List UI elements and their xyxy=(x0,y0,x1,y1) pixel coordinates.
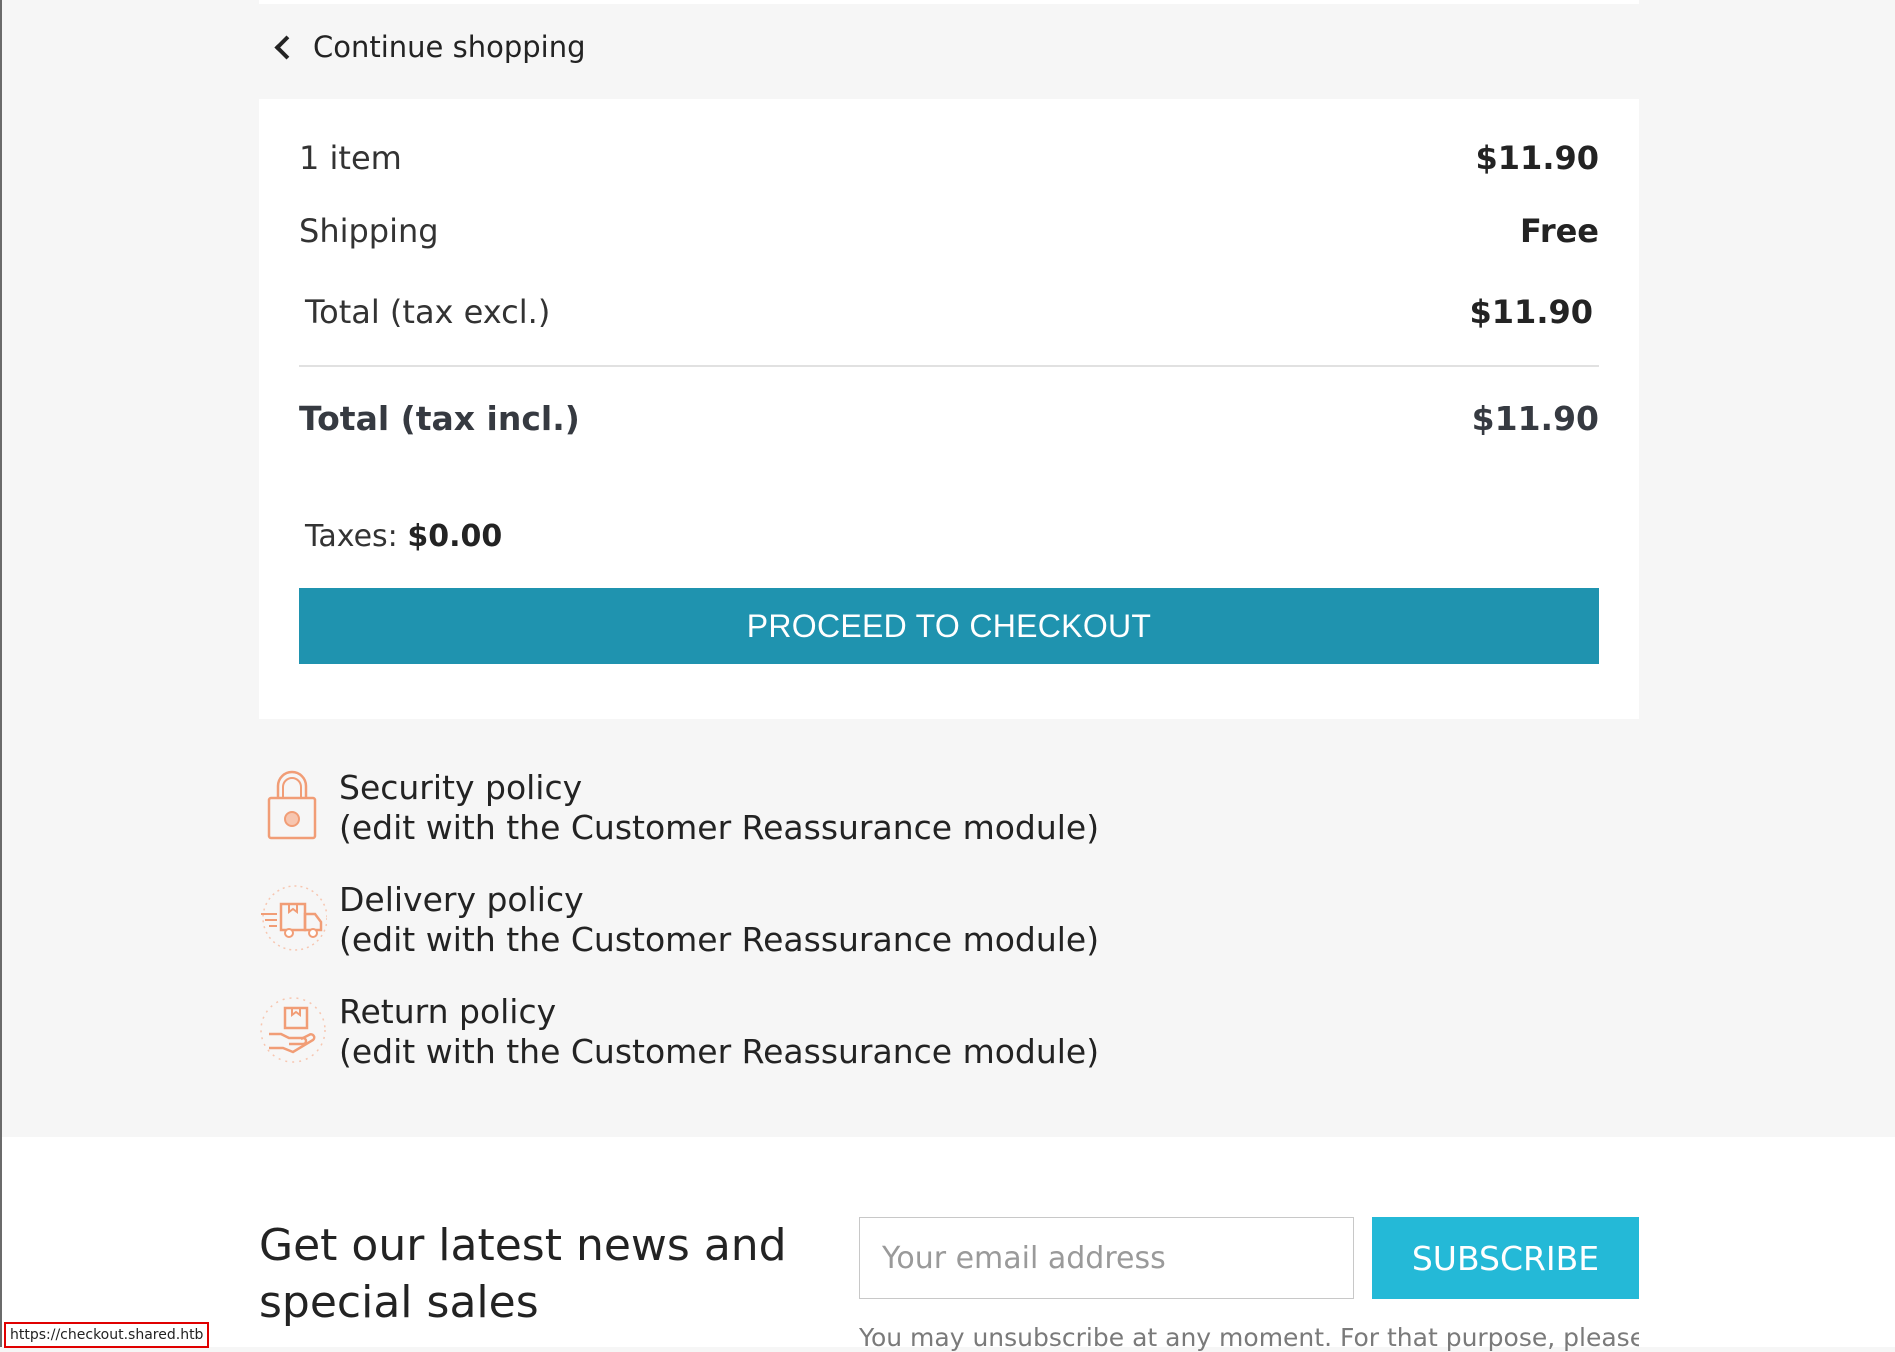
status-bar-url: https://checkout.shared.htb xyxy=(4,1322,210,1348)
reassurance-title: Return policy xyxy=(339,992,557,1031)
newsletter-heading: Get our latest news and special sales xyxy=(259,1220,787,1328)
reassurance-text: Security policy (edit with the Customer … xyxy=(339,768,1099,848)
taxes-line: Taxes: $0.00 xyxy=(305,519,502,554)
newsletter-section: Get our latest news and special sales SU… xyxy=(2,1137,1895,1352)
reassurance-text: Delivery policy (edit with the Customer … xyxy=(339,880,1099,960)
top-card-edge xyxy=(259,0,1639,4)
total-excl-value: $11.90 xyxy=(1469,293,1593,331)
lock-icon xyxy=(259,768,327,844)
taxes-value: $0.00 xyxy=(407,519,503,554)
continue-shopping-label: Continue shopping xyxy=(313,30,586,64)
total-incl-label: Total (tax incl.) xyxy=(299,399,580,438)
taxes-label: Taxes: xyxy=(305,519,398,554)
reassurance-subtitle: (edit with the Customer Reassurance modu… xyxy=(339,808,1100,847)
newsletter-email-input[interactable] xyxy=(859,1217,1354,1299)
subscribe-button[interactable]: SUBSCRIBE xyxy=(1372,1217,1639,1299)
unsubscribe-note: You may unsubscribe at any moment. For t… xyxy=(859,1323,1639,1352)
items-subtotal-value: $11.90 xyxy=(1475,139,1599,177)
cart-summary-card: 1 item $11.90 Shipping Free Total (tax e… xyxy=(259,99,1639,719)
summary-divider xyxy=(299,365,1599,367)
reassurance-text: Return policy (edit with the Customer Re… xyxy=(339,992,1099,1072)
total-excl-label: Total (tax excl.) xyxy=(305,293,551,331)
summary-row-shipping: Shipping Free xyxy=(299,212,1599,250)
summary-row-total-incl: Total (tax incl.) $11.90 xyxy=(299,399,1599,438)
chevron-left-icon xyxy=(274,34,299,60)
reassurance-subtitle: (edit with the Customer Reassurance modu… xyxy=(339,920,1100,959)
total-incl-value: $11.90 xyxy=(1471,399,1599,438)
continue-shopping-link[interactable]: Continue shopping xyxy=(272,30,586,64)
reassurance-item-return: Return policy (edit with the Customer Re… xyxy=(259,992,1159,1072)
items-count-label: 1 item xyxy=(299,139,402,177)
shipping-label: Shipping xyxy=(299,212,439,250)
delivery-truck-icon xyxy=(259,880,328,956)
reassurance-item-delivery: Delivery policy (edit with the Customer … xyxy=(259,880,1159,960)
shipping-value: Free xyxy=(1520,212,1599,250)
summary-row-items: 1 item $11.90 xyxy=(299,139,1599,177)
proceed-to-checkout-button[interactable]: PROCEED TO CHECKOUT xyxy=(299,588,1599,664)
reassurance-title: Delivery policy xyxy=(339,880,584,919)
summary-row-total-excl: Total (tax excl.) $11.90 xyxy=(305,293,1593,331)
reassurance-subtitle: (edit with the Customer Reassurance modu… xyxy=(339,1032,1100,1071)
reassurance-item-security: Security policy (edit with the Customer … xyxy=(259,768,1159,848)
return-box-icon xyxy=(259,992,327,1068)
reassurance-title: Security policy xyxy=(339,768,583,807)
